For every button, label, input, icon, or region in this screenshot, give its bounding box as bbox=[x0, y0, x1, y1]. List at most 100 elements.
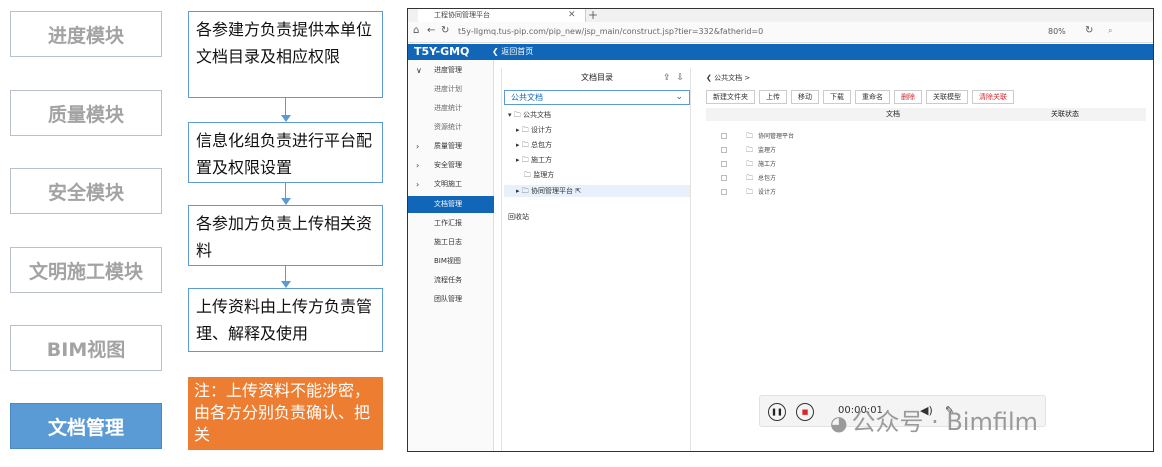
row-checkbox[interactable] bbox=[721, 133, 727, 139]
nav-workflow-tasks[interactable]: 流程任务 bbox=[408, 272, 494, 289]
wechat-icon: ◕ bbox=[830, 411, 848, 435]
nav-construction-log[interactable]: 施工日志 bbox=[408, 234, 494, 251]
delete-button[interactable]: 删除 bbox=[894, 90, 922, 104]
flow-step-4: 上传资料由上传方负责管理、解释及使用 bbox=[188, 288, 383, 352]
arrow-down-icon bbox=[281, 281, 291, 288]
table-row[interactable]: 🗀 协同管理平台 bbox=[706, 130, 1146, 143]
tree-node-selected[interactable]: ▸ 🗀 协同管理平台 ⇱ bbox=[504, 185, 690, 197]
side-navigation: ∨ 进度管理 进度计划 进度统计 资源统计 › 质量管理 › 安全管理 › 文明施工 文… bbox=[408, 60, 494, 451]
flow-step-2: 信息化组负责进行平台配置及权限设置 bbox=[188, 122, 383, 183]
nav-civilized-construction[interactable]: › 文明施工 bbox=[408, 176, 494, 193]
zoom-level: 80% bbox=[1048, 27, 1066, 36]
pause-icon[interactable]: ❚❚ bbox=[768, 403, 786, 421]
upload-icon[interactable]: ⇪ bbox=[663, 73, 671, 83]
nav-resource-stats[interactable]: 资源统计 bbox=[408, 119, 494, 136]
column-link-status: 关联状态 bbox=[1051, 110, 1079, 118]
download-button[interactable]: 下载 bbox=[823, 90, 851, 104]
new-folder-button[interactable]: 新建文件夹 bbox=[706, 90, 755, 104]
download-icon[interactable]: ⇩ bbox=[676, 73, 684, 83]
home-icon[interactable]: ⌂ bbox=[413, 25, 419, 36]
module-progress[interactable]: 进度模块 bbox=[10, 11, 162, 57]
flow-step-3: 各参加方负责上传相关资料 bbox=[188, 205, 383, 266]
module-bim-view[interactable]: BIM视图 bbox=[10, 325, 162, 371]
row-checkbox[interactable] bbox=[721, 147, 727, 153]
chevron-right-icon: › bbox=[416, 142, 420, 151]
folder-icon: 🗀 bbox=[746, 132, 753, 140]
upload-button[interactable]: 上传 bbox=[759, 90, 787, 104]
nav-work-report[interactable]: 工作汇报 bbox=[408, 215, 494, 232]
tree-node[interactable]: ▸ 🗀 总包方 bbox=[516, 139, 552, 151]
module-quality[interactable]: 质量模块 bbox=[10, 90, 162, 136]
stop-record-icon[interactable]: ■ bbox=[796, 403, 814, 421]
refresh-icon[interactable]: ↻ bbox=[1085, 25, 1093, 36]
new-tab-icon[interactable]: + bbox=[588, 9, 598, 22]
search-icon[interactable]: ⌕ bbox=[1108, 26, 1112, 36]
back-home-label: 返回首页 bbox=[501, 47, 534, 56]
chevron-left-icon[interactable]: ❮ bbox=[706, 74, 712, 82]
chevron-down-icon: ⌄ bbox=[675, 92, 683, 102]
table-row[interactable]: 🗀 施工方 bbox=[706, 158, 1146, 171]
reload-icon[interactable]: ↻ bbox=[441, 25, 449, 36]
folder-icon: 🗀 bbox=[746, 146, 753, 154]
arrow-down-icon bbox=[281, 115, 291, 122]
arrow-down-icon bbox=[281, 198, 291, 205]
flow-step-1: 各参建方负责提供本单位文档目录及相应权限 bbox=[188, 11, 383, 98]
app-brand: T5Y-GMQ bbox=[414, 45, 470, 58]
nav-progress-stats[interactable]: 进度统计 bbox=[408, 100, 494, 117]
flow-connector bbox=[285, 266, 286, 282]
row-checkbox[interactable] bbox=[721, 175, 727, 181]
recycle-bin[interactable]: 回收站 bbox=[508, 212, 529, 222]
tree-actions: ⇪ ⇩ bbox=[663, 68, 684, 88]
nav-team-management[interactable]: 团队管理 bbox=[408, 291, 494, 308]
close-icon[interactable]: ✕ bbox=[568, 9, 576, 22]
nav-safety-management[interactable]: › 安全管理 bbox=[408, 157, 494, 174]
module-safety[interactable]: 安全模块 bbox=[10, 168, 162, 214]
tree-node[interactable]: ▸ 🗀 设计方 bbox=[516, 124, 552, 136]
nav-progress-plan[interactable]: 进度计划 bbox=[408, 81, 494, 98]
note-box: 注：上传资料不能涉密，由各方分别负责确认、把关 bbox=[188, 377, 383, 450]
app-screenshot: 工程协同管理平台 ✕ + ⌂ ← ↻ t5y-llgmq.tus-pip.com… bbox=[407, 8, 1154, 452]
rename-button[interactable]: 重命名 bbox=[855, 90, 890, 104]
chevron-right-icon: › bbox=[416, 161, 420, 170]
flow-connector bbox=[285, 98, 286, 116]
document-tree-panel: 文档目录 ⇪ ⇩ 公共文档 ⌄ ▾ 🗀 公共文档 ▸ 🗀 设计方 ▸ 🗀 总包方… bbox=[501, 68, 691, 451]
library-select[interactable]: 公共文档 ⌄ bbox=[504, 90, 690, 105]
chevron-down-icon: ∨ bbox=[416, 66, 422, 75]
move-button[interactable]: 移动 bbox=[791, 90, 819, 104]
address-bar: ⌂ ← ↻ t5y-llgmq.tus-pip.com/pip_new/jsp_… bbox=[408, 22, 1153, 43]
folder-icon: 🗀 bbox=[746, 174, 753, 182]
link-model-button[interactable]: 关联模型 bbox=[926, 90, 968, 104]
table-row[interactable]: 🗀 设计方 bbox=[706, 186, 1146, 199]
document-toolbar: 新建文件夹 上传 移动 下载 重命名 删除 关联模型 清除关联 bbox=[706, 90, 1014, 104]
column-document: 文档 bbox=[886, 110, 900, 118]
url-field[interactable]: t5y-llgmq.tus-pip.com/pip_new/jsp_main/c… bbox=[458, 27, 763, 36]
tree-node[interactable]: ▸ 🗀 施工方 bbox=[516, 154, 552, 166]
row-checkbox[interactable] bbox=[721, 189, 727, 195]
nav-progress-management[interactable]: ∨ 进度管理 bbox=[408, 62, 494, 79]
table-row[interactable]: 🗀 总包方 bbox=[706, 172, 1146, 185]
back-arrow-icon[interactable]: ← bbox=[427, 25, 435, 36]
tab-title: 工程协同管理平台 bbox=[434, 11, 490, 19]
table-row[interactable]: 🗀 监理方 bbox=[706, 144, 1146, 157]
folder-icon: 🗀 bbox=[746, 160, 753, 168]
module-document-management[interactable]: 文档管理 bbox=[10, 403, 162, 449]
watermark: ◕ 公众号 · Bimfilm bbox=[830, 408, 1039, 436]
row-checkbox[interactable] bbox=[721, 161, 727, 167]
tree-node[interactable]: 🗀 监理方 bbox=[524, 169, 554, 181]
nav-document-management[interactable]: 文档管理 bbox=[408, 196, 494, 213]
clear-link-button[interactable]: 清除关联 bbox=[972, 90, 1014, 104]
folder-icon: 🗀 bbox=[746, 188, 753, 196]
breadcrumb: ❮ 公共文档 > bbox=[706, 74, 751, 82]
back-home-link[interactable]: ❮ 返回首页 bbox=[492, 46, 533, 57]
nav-quality-management[interactable]: › 质量管理 bbox=[408, 138, 494, 155]
app-header: T5Y-GMQ ❮ 返回首页 bbox=[408, 44, 1153, 60]
table-header: 文档 关联状态 bbox=[706, 108, 1146, 121]
browser-titlebar: 工程协同管理平台 ✕ + bbox=[408, 9, 1153, 22]
module-civilized-construction[interactable]: 文明施工模块 bbox=[10, 247, 162, 293]
nav-bim-view[interactable]: BIM视图 bbox=[408, 253, 494, 270]
chevron-right-icon: › bbox=[416, 180, 420, 189]
browser-tab[interactable]: 工程协同管理平台 ✕ bbox=[418, 9, 586, 22]
flow-connector bbox=[285, 183, 286, 199]
cursor-icon: ⇱ bbox=[575, 187, 582, 195]
tree-node-root[interactable]: ▾ 🗀 公共文档 bbox=[508, 109, 551, 121]
